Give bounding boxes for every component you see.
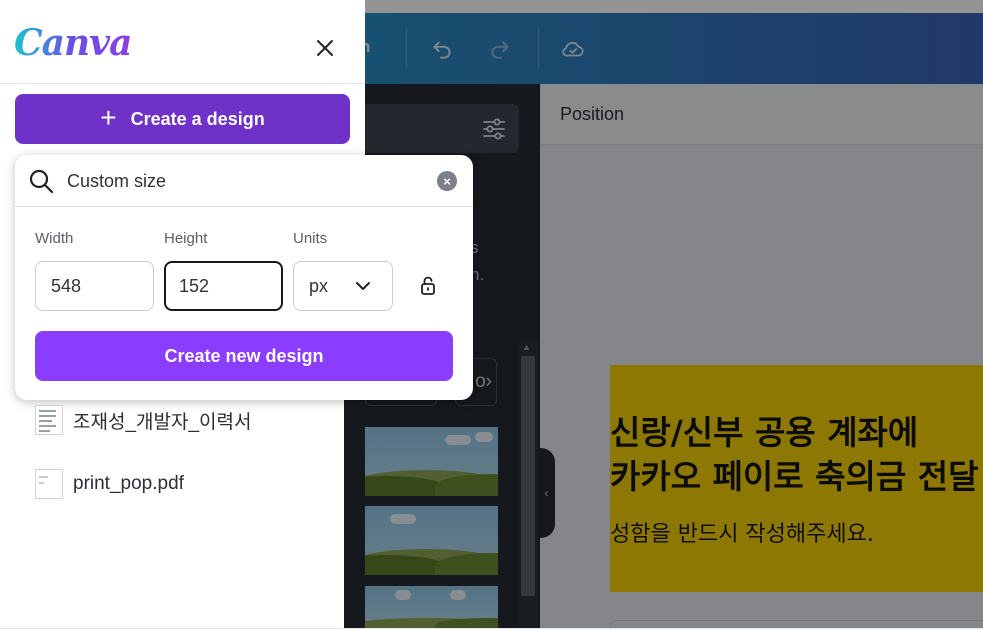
create-design-label: Create a design — [130, 108, 265, 129]
close-icon — [317, 40, 333, 56]
chevron-down-icon — [356, 282, 370, 290]
clear-search-icon[interactable]: × — [437, 171, 457, 191]
document-thumbnail-icon — [35, 469, 63, 499]
design-search-row: × — [15, 155, 473, 207]
search-icon — [29, 169, 54, 194]
recent-file-item[interactable]: 조재성_개발자_이력서 — [35, 403, 251, 437]
height-label: Height — [164, 230, 208, 247]
recent-file-name: 조재성_개발자_이력서 — [73, 411, 252, 433]
height-field[interactable] — [164, 261, 283, 311]
create-design-button[interactable]: + Create a design — [15, 94, 350, 144]
custom-size-popup: × Width Height Units px Create new desig… — [15, 155, 473, 400]
menu-header: Canva — [0, 0, 365, 84]
units-select[interactable]: px — [293, 261, 393, 311]
close-menu-button[interactable] — [310, 33, 340, 63]
width-label: Width — [35, 230, 74, 247]
create-new-design-button[interactable]: Create new design — [35, 331, 453, 381]
units-label: Units — [293, 230, 328, 247]
design-search-input[interactable] — [65, 167, 429, 195]
plus-icon: + — [100, 101, 117, 133]
recent-file-name: print_pop.pdf — [73, 473, 184, 494]
document-thumbnail-icon — [35, 405, 63, 435]
recent-file-item[interactable]: print_pop.pdf — [35, 467, 184, 501]
canva-logo: Canva — [14, 22, 132, 64]
unlock-icon[interactable] — [415, 273, 441, 299]
width-field[interactable] — [35, 261, 154, 311]
units-value: px — [309, 276, 329, 296]
